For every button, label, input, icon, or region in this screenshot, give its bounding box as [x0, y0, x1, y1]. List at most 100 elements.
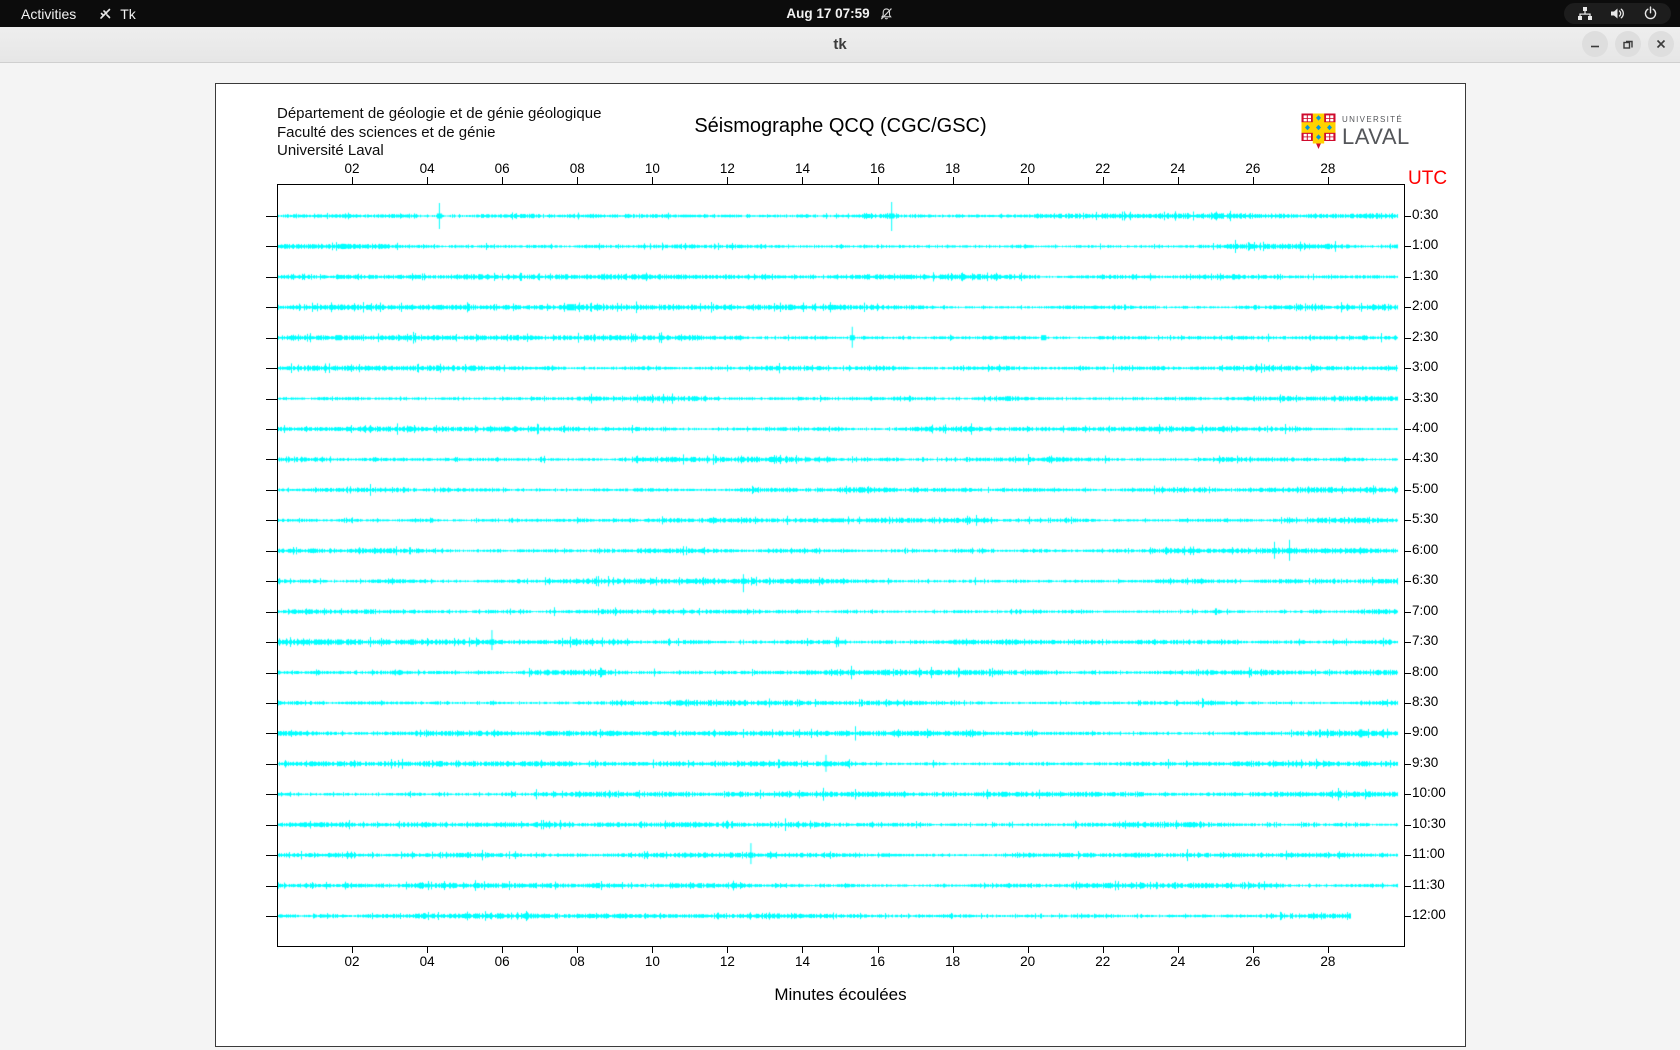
x-tick-top: [652, 177, 654, 184]
trace-tick-left: [266, 307, 277, 309]
chart-title: Séismographe QCQ (CGC/GSC): [694, 115, 987, 137]
x-tick-bottom: [1327, 946, 1329, 953]
x-tick-bottom: [427, 946, 429, 953]
trace-tick-left: [266, 642, 277, 644]
trace-tick-right: [1404, 885, 1411, 887]
close-icon: [1656, 39, 1666, 49]
trace-tick-left: [266, 885, 277, 887]
time-label: 12:00: [1412, 907, 1446, 922]
x-tick-label-top: 12: [719, 161, 735, 176]
trace-tick-right: [1404, 733, 1411, 735]
x-tick-label-top: 28: [1320, 161, 1336, 176]
clock-text: Aug 17 07:59: [786, 6, 870, 21]
time-label: 11:00: [1412, 846, 1445, 862]
x-tick-top: [1327, 177, 1329, 184]
trace-tick-right: [1404, 368, 1411, 370]
x-tick-label-top: 24: [1170, 161, 1186, 176]
x-tick-label-bottom: 14: [794, 954, 810, 969]
restore-icon: [1623, 40, 1633, 49]
x-tick-label-top: 04: [419, 161, 435, 176]
maximize-button[interactable]: [1615, 31, 1641, 57]
x-tick-top: [427, 177, 429, 184]
x-tick-label-bottom: 28: [1320, 954, 1336, 969]
x-tick-bottom: [1027, 946, 1029, 953]
gnome-top-bar: Activities Tk Aug 17 07:59: [0, 0, 1680, 27]
x-axis-title: Minutes écoulées: [774, 985, 907, 1004]
x-tick-label-top: 10: [644, 161, 660, 176]
trace-tick-right: [1404, 337, 1411, 339]
time-label: 4:30: [1412, 450, 1439, 466]
trace-tick-right: [1404, 794, 1411, 796]
x-tick-label-top: 14: [794, 161, 810, 176]
trace-tick-left: [266, 672, 277, 674]
window-title: tk: [833, 36, 847, 53]
trace-tick-right: [1404, 550, 1411, 552]
x-tick-label-bottom: 12: [719, 954, 735, 969]
system-tray[interactable]: [1564, 3, 1671, 24]
x-tick-bottom: [1102, 946, 1104, 953]
time-label: 7:00: [1412, 602, 1439, 618]
trace-tick-right: [1404, 398, 1411, 400]
trace-tick-left: [266, 429, 277, 431]
time-label: 7:30: [1412, 633, 1439, 649]
x-tick-top: [352, 177, 354, 184]
x-tick-top: [802, 177, 804, 184]
trace-tick-right: [1404, 824, 1411, 826]
x-tick-label-bottom: 04: [419, 954, 435, 969]
utc-axis-label: UTC: [1408, 168, 1448, 189]
trace-tick-left: [266, 216, 277, 217]
time-label: 3:30: [1412, 389, 1439, 405]
network-icon: [1578, 7, 1592, 20]
time-label: 11:30: [1412, 876, 1445, 892]
time-label: 0:30: [1412, 207, 1439, 222]
x-tick-bottom: [352, 946, 354, 953]
time-label: 9:30: [1412, 754, 1439, 770]
x-tick-bottom: [1252, 946, 1254, 953]
trace-tick-left: [266, 794, 277, 796]
power-icon: [1644, 6, 1657, 20]
app-menu[interactable]: Tk: [88, 0, 146, 27]
x-tick-bottom: [802, 946, 804, 953]
window-titlebar[interactable]: tk: [0, 27, 1680, 63]
desktop: Activities Tk Aug 17 07:59 tk Départemen…: [0, 0, 1680, 1050]
minimize-button[interactable]: [1582, 31, 1608, 57]
app-menu-label: Tk: [120, 5, 136, 22]
x-tick-label-top: 20: [1020, 161, 1036, 176]
x-tick-top: [727, 177, 729, 184]
trace-tick-right: [1404, 916, 1411, 917]
trace-tick-left: [266, 824, 277, 826]
trace-tick-left: [266, 489, 277, 491]
trace-tick-left: [266, 520, 277, 522]
trace-tick-left: [266, 855, 277, 857]
activities-button[interactable]: Activities: [0, 0, 88, 27]
tk-app-icon: [100, 8, 111, 19]
time-label: 2:00: [1412, 298, 1439, 314]
x-tick-top: [952, 177, 954, 184]
x-tick-label-bottom: 02: [344, 954, 360, 969]
trace-tick-left: [266, 733, 277, 735]
trace-tick-right: [1404, 611, 1411, 613]
logo-line-1: UNIVERSITÉ: [1342, 114, 1404, 124]
trace-tick-right: [1404, 702, 1411, 704]
trace-tick-left: [266, 611, 277, 613]
seismograph-window: Département de géologie et de génie géol…: [215, 83, 1466, 1047]
x-tick-label-top: 06: [494, 161, 510, 176]
x-tick-bottom: [727, 946, 729, 953]
x-tick-top: [1027, 177, 1029, 184]
clock-button[interactable]: Aug 17 07:59: [786, 0, 893, 27]
x-tick-bottom: [577, 946, 579, 953]
trace-tick-right: [1404, 429, 1411, 431]
x-tick-label-bottom: 20: [1020, 954, 1036, 969]
time-label: 8:30: [1412, 693, 1439, 709]
time-label: 2:30: [1412, 328, 1439, 344]
time-label: 6:30: [1412, 572, 1439, 588]
x-tick-label-bottom: 10: [644, 954, 660, 969]
x-tick-top: [877, 177, 879, 184]
trace-tick-left: [266, 276, 277, 278]
x-tick-label-bottom: 26: [1245, 954, 1261, 969]
close-button[interactable]: [1648, 31, 1674, 57]
trace-tick-left: [266, 763, 277, 765]
x-tick-label-bottom: 16: [870, 954, 886, 969]
time-label: 1:00: [1412, 237, 1439, 253]
x-tick-label-bottom: 08: [569, 954, 585, 969]
